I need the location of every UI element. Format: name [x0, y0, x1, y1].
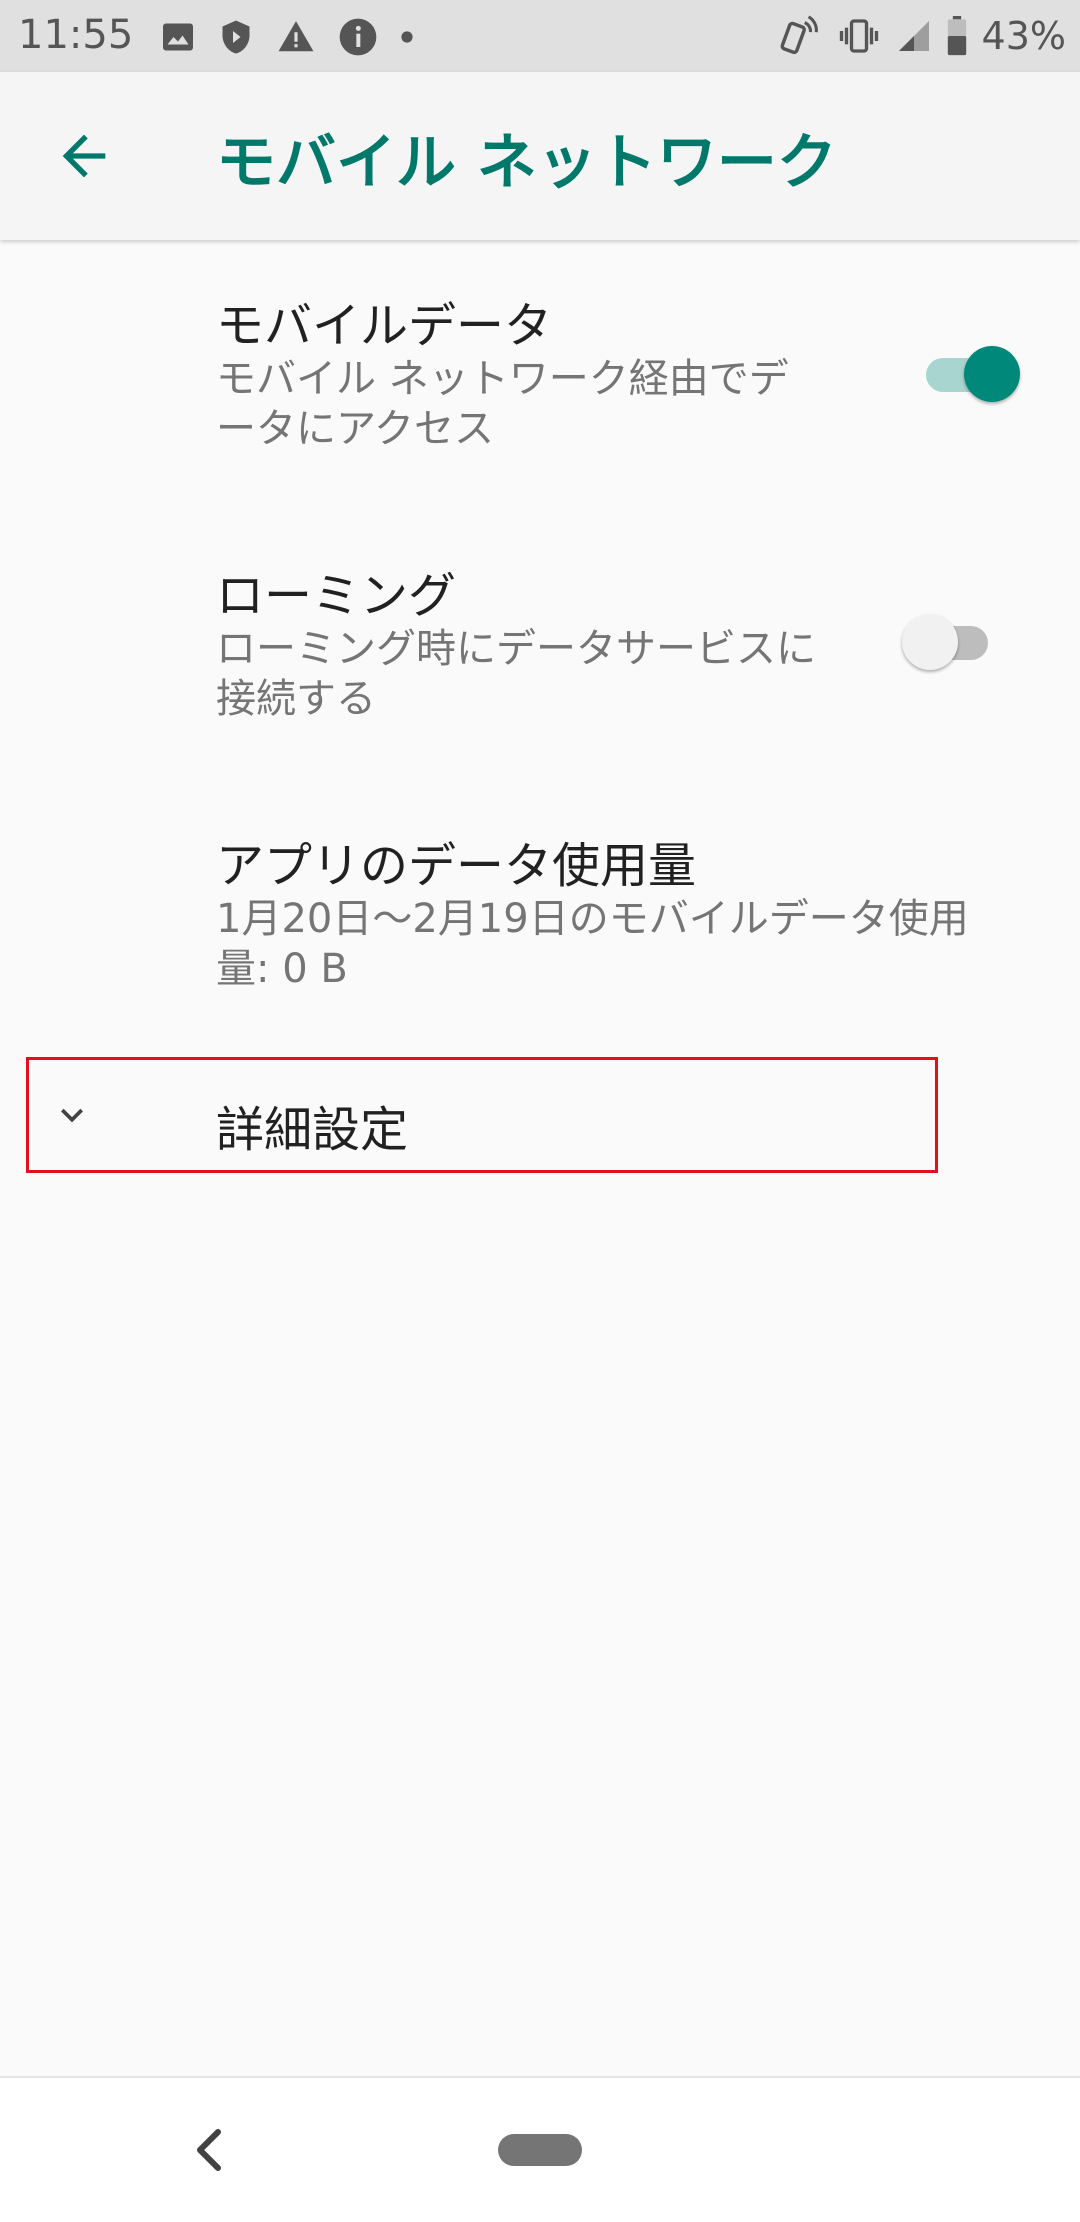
system-status-icons: 43%: [776, 12, 1066, 60]
app-bar: モバイル ネットワーク: [0, 72, 1080, 240]
chevron-down-icon: [61, 1108, 83, 1123]
pref-app-data-usage[interactable]: アプリのデータ使用量 1月20日〜2月19日のモバイルデータ使用量: 0 B: [0, 780, 1080, 1020]
vibrate-icon: [839, 19, 878, 53]
status-bar: 11:55 43%: [0, 0, 1080, 72]
roaming-switch[interactable]: [902, 610, 994, 670]
warning-icon: [278, 21, 314, 52]
pref-summary: ローミング時にデータサービスに接続する: [216, 626, 816, 722]
pref-roaming[interactable]: ローミング ローミング時にデータサービスに接続する: [0, 510, 1080, 750]
nav-home-pill[interactable]: [498, 2134, 582, 2166]
mobile-data-switch[interactable]: [920, 342, 1020, 402]
pref-title: ローミング: [216, 568, 457, 624]
pref-title: アプリのデータ使用量: [216, 838, 697, 894]
pref-summary: 1月20日〜2月19日のモバイルデータ使用量: 0 B: [216, 896, 969, 992]
status-time: 11:55: [18, 12, 134, 58]
notification-icons: [160, 15, 414, 59]
page-title: モバイル ネットワーク: [216, 128, 837, 198]
switch-thumb: [902, 614, 958, 670]
shield-icon: [222, 20, 250, 54]
image-icon: [163, 23, 193, 51]
dot-icon: [401, 31, 413, 43]
nfc-icon: [780, 15, 818, 55]
switch-thumb: [964, 346, 1020, 402]
arrow-back-icon[interactable]: [52, 124, 116, 188]
pref-mobile-data[interactable]: モバイルデータ モバイル ネットワーク経由でデータにアクセス: [0, 240, 1080, 480]
advanced-settings-label: 詳細設定: [216, 1102, 409, 1158]
battery-icon: [947, 16, 966, 56]
info-icon: [339, 18, 377, 56]
battery-percentage: 43%: [981, 14, 1066, 58]
signal-icon: [898, 21, 929, 51]
pref-summary: モバイル ネットワーク経由でデータにアクセス: [216, 356, 789, 452]
advanced-settings-row[interactable]: [26, 1057, 938, 1173]
navigation-bar: [0, 2076, 1080, 2222]
pref-title: モバイルデータ: [216, 298, 553, 354]
nav-back-icon[interactable]: [190, 2126, 230, 2174]
